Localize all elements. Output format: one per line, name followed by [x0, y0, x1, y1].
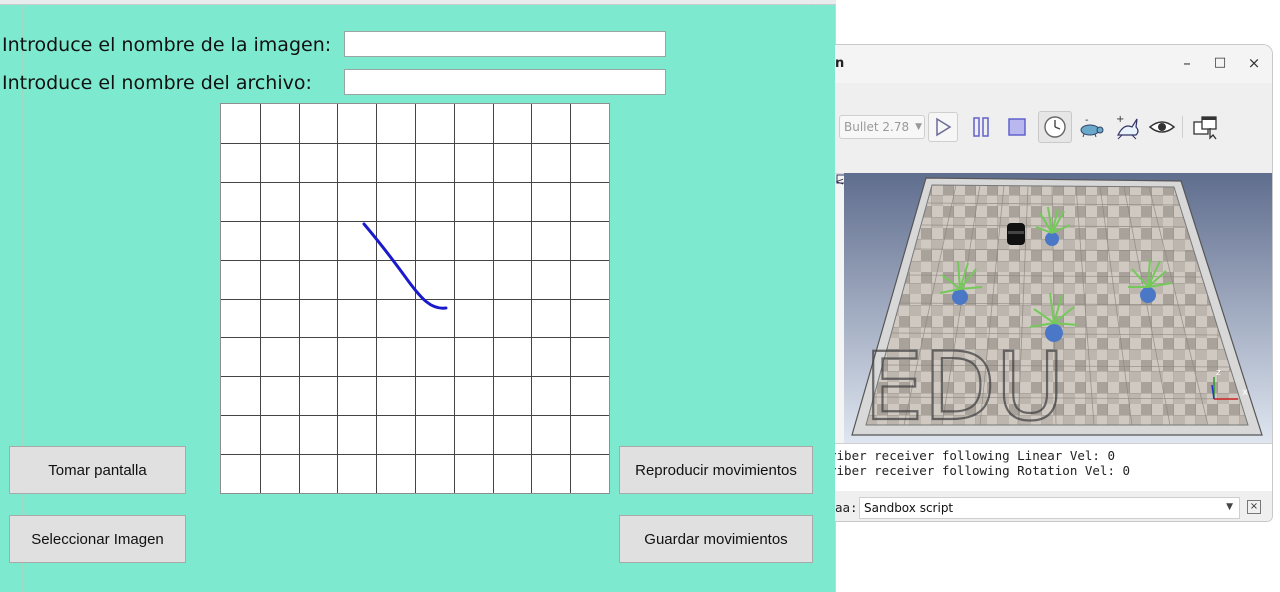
take-screenshot-button[interactable]: Tomar pantalla	[9, 446, 186, 494]
clock-icon[interactable]	[1038, 111, 1072, 143]
3d-viewport[interactable]: EDU z x	[844, 173, 1272, 443]
file-name-label: Introduce el nombre del archivo:	[2, 72, 312, 94]
file-name-input[interactable]	[344, 69, 666, 95]
script-close-icon[interactable]: ×	[1247, 500, 1261, 514]
robot-model	[1007, 223, 1025, 245]
sim-toolbar: Bullet 2.78 ▼ - +	[835, 107, 1272, 147]
simulator-window: n – □ × Bullet 2.78 ▼ - + < EDU z x ribe…	[835, 44, 1273, 522]
play-icon[interactable]	[928, 112, 958, 142]
script-prefix: aa:	[835, 500, 858, 515]
close-icon[interactable]: ×	[1243, 54, 1265, 72]
stop-icon[interactable]	[1002, 112, 1032, 142]
engine-name: Bullet 2.78	[844, 120, 910, 134]
console-line: riber receiver following Linear Vel: 0	[835, 448, 1115, 463]
drawing-canvas[interactable]	[220, 103, 610, 494]
edu-watermark: EDU	[864, 333, 1065, 442]
script-select[interactable]: Sandbox script ▼	[859, 497, 1240, 519]
play-movements-button[interactable]: Reproducir movimientos	[619, 446, 813, 494]
script-selected-value: Sandbox script	[864, 501, 954, 515]
turtle-slow-icon[interactable]: -	[1075, 112, 1105, 142]
rabbit-fast-icon[interactable]: +	[1112, 112, 1142, 142]
drawing-app-window: Introduce el nombre de la imagen: Introd…	[0, 0, 836, 592]
script-bar: aa: Sandbox script ▼ ×	[835, 491, 1272, 521]
windows-icon[interactable]	[1191, 112, 1221, 142]
chevron-down-icon: ▼	[915, 122, 923, 132]
axis-x-label: x	[1242, 387, 1248, 398]
window-top-border	[0, 0, 836, 5]
sim-window-title: n	[835, 56, 845, 71]
physics-engine-select[interactable]: Bullet 2.78 ▼	[839, 115, 925, 139]
svg-text:+: +	[1116, 114, 1124, 125]
pause-icon[interactable]	[966, 112, 996, 142]
sim-sub-toolbar	[835, 147, 1272, 174]
svg-text:-: -	[1085, 115, 1089, 126]
select-image-button[interactable]: Seleccionar Imagen	[9, 515, 186, 563]
image-name-label: Introduce el nombre de la imagen:	[2, 34, 332, 56]
sim-titlebar: n – □ ×	[835, 45, 1272, 83]
grid-lines	[221, 104, 609, 493]
maximize-icon[interactable]: □	[1209, 55, 1231, 70]
console-line: riber receiver following Rotation Vel: 0	[835, 463, 1131, 478]
minimize-icon[interactable]: –	[1176, 54, 1198, 72]
svg-text:<: <	[835, 175, 844, 188]
right-guide-line	[811, 4, 812, 592]
image-name-input[interactable]	[344, 31, 666, 57]
axis-z-label: z	[1216, 368, 1221, 378]
eye-icon[interactable]	[1147, 112, 1177, 142]
output-console: riber receiver following Linear Vel: 0 r…	[835, 443, 1272, 491]
chevron-down-icon: ▼	[1226, 502, 1233, 512]
save-movements-button[interactable]: Guardar movimientos	[619, 515, 813, 563]
sim-menubar	[835, 83, 1272, 108]
toolbar-separator	[1182, 116, 1183, 138]
